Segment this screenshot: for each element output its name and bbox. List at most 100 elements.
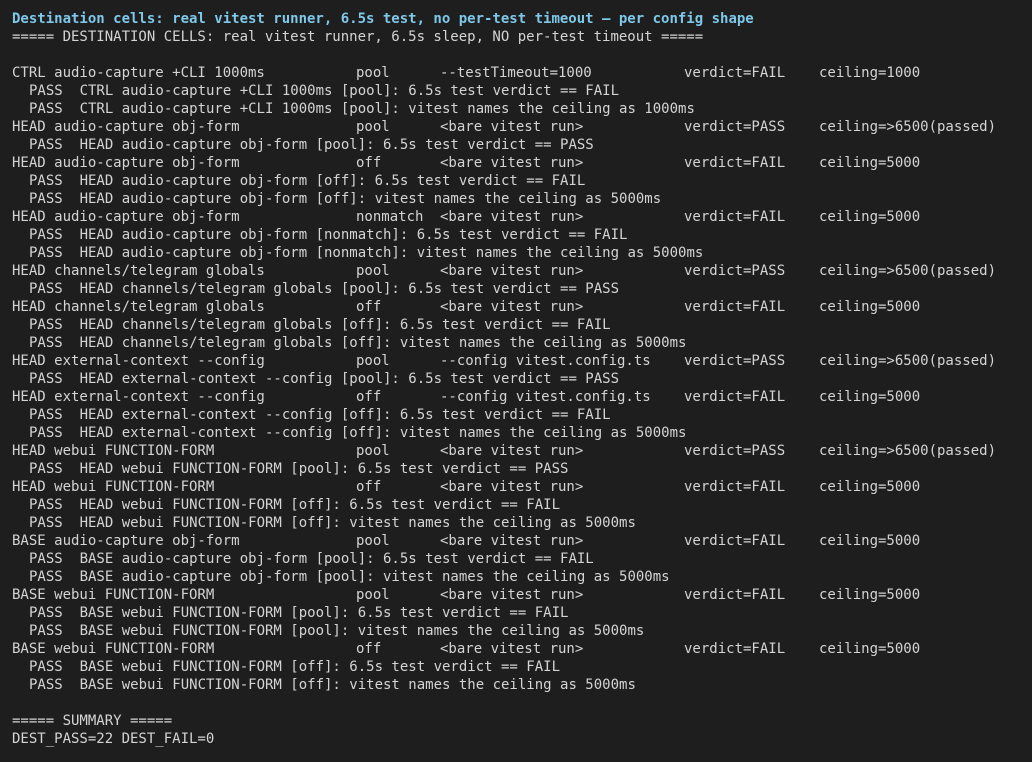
verdict-value: verdict=FAIL xyxy=(684,587,786,603)
config-name: HEAD audio-capture obj-form xyxy=(12,155,240,171)
check-result: PASS HEAD audio-capture obj-form [pool]:… xyxy=(29,137,594,153)
config-name: HEAD webui FUNCTION-FORM xyxy=(12,443,215,459)
verdict-value: verdict=FAIL xyxy=(684,155,786,171)
result-row: HEAD audio-capture obj-form nonmatch <bare… xyxy=(12,208,1032,226)
ceiling-value: ceiling=1000 xyxy=(819,65,921,81)
check-result: PASS HEAD channels/telegram globals [off… xyxy=(29,335,687,351)
ceiling-value: ceiling=>6500(passed) xyxy=(819,263,997,279)
verdict-value: verdict=FAIL xyxy=(684,533,786,549)
check-result: PASS HEAD channels/telegram globals [poo… xyxy=(29,281,620,297)
check-result: PASS HEAD audio-capture obj-form [off]: … xyxy=(29,173,586,189)
result-rows: CTRL audio-capture +CLI 1000ms pool --test… xyxy=(12,64,1032,694)
run-args: <bare vitest run> xyxy=(440,443,584,459)
result-row: BASE webui FUNCTION-FORM off <bare vitest … xyxy=(12,640,1032,658)
run-args: <bare vitest run> xyxy=(440,299,584,315)
check-result: PASS BASE webui FUNCTION-FORM [off]: vit… xyxy=(29,677,636,693)
run-args: <bare vitest run> xyxy=(440,119,584,135)
check-result: PASS BASE webui FUNCTION-FORM [pool]: 6.… xyxy=(29,605,569,621)
run-args: --config vitest.config.ts xyxy=(440,389,651,405)
config-name: BASE webui FUNCTION-FORM xyxy=(12,587,215,603)
pool-mode: off xyxy=(356,641,382,657)
ceiling-value: ceiling=5000 xyxy=(819,587,921,603)
pool-mode: off xyxy=(356,155,382,171)
terminal-output[interactable]: Destination cells: real vitest runner, 6… xyxy=(0,0,1032,762)
check-result: PASS HEAD audio-capture obj-form [nonmat… xyxy=(29,245,704,261)
result-row: CTRL audio-capture +CLI 1000ms pool --test… xyxy=(12,64,1032,82)
verdict-value: verdict=FAIL xyxy=(684,299,786,315)
result-row: HEAD channels/telegram globals off <bare v… xyxy=(12,298,1032,316)
ceiling-value: ceiling=5000 xyxy=(819,533,921,549)
result-row: HEAD audio-capture obj-form pool <bare vit… xyxy=(12,118,1032,136)
summary-header: ===== SUMMARY ===== xyxy=(12,713,173,729)
destination-banner: ===== DESTINATION CELLS: real vitest run… xyxy=(12,29,704,45)
config-name: CTRL audio-capture +CLI 1000ms xyxy=(12,65,265,81)
result-row: HEAD channels/telegram globals pool <bare … xyxy=(12,262,1032,280)
config-name: HEAD channels/telegram globals xyxy=(12,299,265,315)
check-result: PASS HEAD webui FUNCTION-FORM [off]: 6.5… xyxy=(29,497,561,513)
check-result: PASS HEAD audio-capture obj-form [off]: … xyxy=(29,191,662,207)
verdict-value: verdict=FAIL xyxy=(684,389,786,405)
check-result: PASS BASE audio-capture obj-form [pool]:… xyxy=(29,569,670,585)
output-title: Destination cells: real vitest runner, 6… xyxy=(12,11,754,27)
check-result: PASS CTRL audio-capture +CLI 1000ms [poo… xyxy=(29,83,620,99)
run-args: <bare vitest run> xyxy=(440,209,584,225)
check-result: PASS HEAD external-context --config [off… xyxy=(29,407,611,423)
ceiling-value: ceiling=5000 xyxy=(819,479,921,495)
pool-mode: off xyxy=(356,389,382,405)
check-result: PASS CTRL audio-capture +CLI 1000ms [poo… xyxy=(29,101,695,117)
check-result: PASS HEAD channels/telegram globals [off… xyxy=(29,317,611,333)
run-args: <bare vitest run> xyxy=(440,587,584,603)
pool-mode: nonmatch xyxy=(356,209,424,225)
config-name: HEAD audio-capture obj-form xyxy=(12,209,240,225)
config-name: HEAD audio-capture obj-form xyxy=(12,119,240,135)
ceiling-value: ceiling=5000 xyxy=(819,299,921,315)
run-args: --config vitest.config.ts xyxy=(440,353,651,369)
run-args: --testTimeout=1000 xyxy=(440,65,592,81)
check-result: PASS BASE audio-capture obj-form [pool]:… xyxy=(29,551,594,567)
run-args: <bare vitest run> xyxy=(440,641,584,657)
verdict-value: verdict=FAIL xyxy=(684,479,786,495)
result-row: HEAD audio-capture obj-form off <bare vite… xyxy=(12,154,1032,172)
check-result: PASS HEAD webui FUNCTION-FORM [off]: vit… xyxy=(29,515,636,531)
ceiling-value: ceiling=>6500(passed) xyxy=(819,443,997,459)
verdict-value: verdict=FAIL xyxy=(684,65,786,81)
verdict-value: verdict=PASS xyxy=(684,119,786,135)
result-row: HEAD external-context --config off --confi… xyxy=(12,388,1032,406)
result-row: HEAD webui FUNCTION-FORM off <bare vitest … xyxy=(12,478,1032,496)
verdict-value: verdict=PASS xyxy=(684,353,786,369)
run-args: <bare vitest run> xyxy=(440,533,584,549)
result-row: BASE audio-capture obj-form pool <bare vit… xyxy=(12,532,1032,550)
verdict-value: verdict=PASS xyxy=(684,263,786,279)
ceiling-value: ceiling=5000 xyxy=(819,209,921,225)
ceiling-value: ceiling=5000 xyxy=(819,155,921,171)
config-name: HEAD channels/telegram globals xyxy=(12,263,265,279)
ceiling-value: ceiling=>6500(passed) xyxy=(819,119,997,135)
verdict-value: verdict=FAIL xyxy=(684,209,786,225)
check-result: PASS BASE webui FUNCTION-FORM [pool]: vi… xyxy=(29,623,645,639)
config-name: HEAD webui FUNCTION-FORM xyxy=(12,479,215,495)
verdict-value: verdict=FAIL xyxy=(684,641,786,657)
config-name: BASE audio-capture obj-form xyxy=(12,533,240,549)
run-args: <bare vitest run> xyxy=(440,155,584,171)
verdict-value: verdict=PASS xyxy=(684,443,786,459)
pool-mode: pool xyxy=(356,443,390,459)
check-result: PASS BASE webui FUNCTION-FORM [off]: 6.5… xyxy=(29,659,561,675)
check-result: PASS HEAD audio-capture obj-form [nonmat… xyxy=(29,227,628,243)
pool-mode: pool xyxy=(356,587,390,603)
config-name: BASE webui FUNCTION-FORM xyxy=(12,641,215,657)
pool-mode: off xyxy=(356,299,382,315)
ceiling-value: ceiling=5000 xyxy=(819,641,921,657)
pool-mode: pool xyxy=(356,119,390,135)
pool-mode: pool xyxy=(356,533,390,549)
pool-mode: off xyxy=(356,479,382,495)
check-result: PASS HEAD webui FUNCTION-FORM [pool]: 6.… xyxy=(29,461,569,477)
result-row: HEAD webui FUNCTION-FORM pool <bare vitest… xyxy=(12,442,1032,460)
result-row: BASE webui FUNCTION-FORM pool <bare vitest… xyxy=(12,586,1032,604)
check-result: PASS HEAD external-context --config [poo… xyxy=(29,371,620,387)
run-args: <bare vitest run> xyxy=(440,479,584,495)
pool-mode: pool xyxy=(356,263,390,279)
config-name: HEAD external-context --config xyxy=(12,389,265,405)
result-row: HEAD external-context --config pool --conf… xyxy=(12,352,1032,370)
